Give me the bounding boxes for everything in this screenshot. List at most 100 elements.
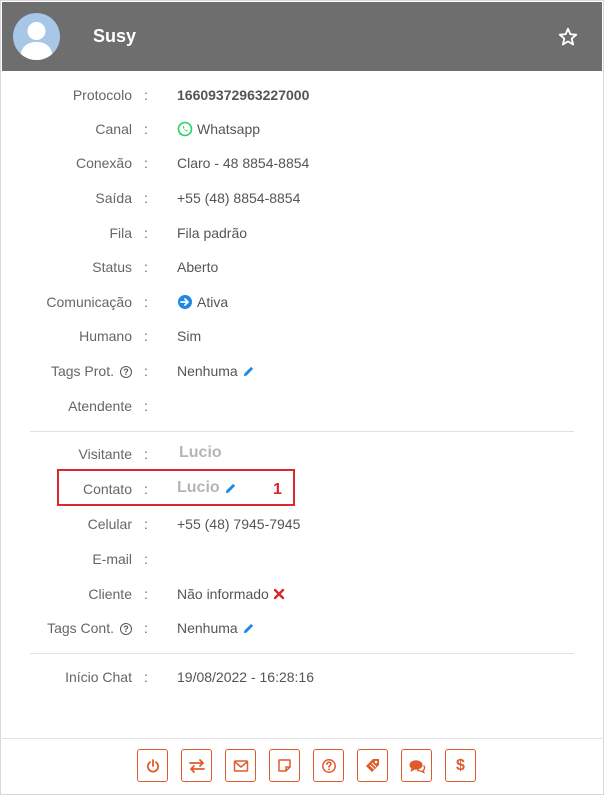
row-conexao: Conexão : Claro - 48 8854-8854 xyxy=(1,152,604,176)
row-humano: Humano : Sim xyxy=(1,325,604,349)
connection-value: Claro - 48 8854-8854 xyxy=(177,155,310,171)
note-icon xyxy=(278,759,291,772)
field-label: Conexão xyxy=(75,155,132,171)
field-label: E-mail xyxy=(92,551,132,567)
chat-icon xyxy=(409,759,425,774)
row-tags-cont: Tags Cont.? : Nenhuma xyxy=(1,617,604,641)
row-cliente: Cliente : Não informado xyxy=(1,583,604,607)
field-label: Celular xyxy=(87,516,132,532)
field-label: Protocolo xyxy=(72,87,132,103)
arrow-right-circle-icon xyxy=(178,295,192,309)
section-divider xyxy=(30,653,574,654)
protocol-tags-text: Nenhuma xyxy=(177,363,238,379)
help-circle-icon[interactable]: ? xyxy=(120,623,132,635)
row-saida: Saída : +55 (48) 8854-8854 xyxy=(1,187,604,211)
tag-button[interactable] xyxy=(357,749,388,782)
dollar-icon: $ xyxy=(456,756,465,774)
field-separator: : xyxy=(144,190,148,206)
user-silhouette-icon xyxy=(20,22,53,60)
field-separator: : xyxy=(144,87,148,103)
row-canal: Canal : Whatsapp xyxy=(1,118,604,142)
field-label-with-help: Tags Cont.? xyxy=(47,620,132,636)
send-email-button[interactable] xyxy=(225,749,256,782)
field-separator: : xyxy=(144,294,148,310)
chat-start-datetime: 19/08/2022 - 16:28:16 xyxy=(177,669,315,685)
channel-label: Whatsapp xyxy=(197,121,261,137)
field-label: Visitante xyxy=(78,446,132,462)
field-separator: : xyxy=(144,620,148,636)
field-label: Comunicação xyxy=(46,294,132,310)
field-separator: : xyxy=(144,398,148,414)
note-button[interactable] xyxy=(269,749,300,782)
field-label: Início Chat xyxy=(65,669,132,685)
row-status: Status : Aberto xyxy=(1,256,604,280)
footer-divider xyxy=(2,738,602,739)
field-separator: : xyxy=(144,446,148,462)
panel-header: Susy xyxy=(2,2,602,71)
protocol-number: 16609372963227000 xyxy=(177,87,310,103)
field-label: Status xyxy=(92,259,132,275)
field-separator: : xyxy=(144,225,148,241)
field-separator: : xyxy=(144,669,148,685)
tag-icon xyxy=(366,759,379,772)
action-toolbar: $ xyxy=(137,749,476,782)
field-label: Atendente xyxy=(68,398,132,414)
field-separator: : xyxy=(144,328,148,344)
outbound-number: +55 (48) 8854-8854 xyxy=(177,190,301,206)
row-tags-prot: Tags Prot.? : Nenhuma xyxy=(1,360,604,384)
field-separator: : xyxy=(144,516,148,532)
whatsapp-icon xyxy=(177,121,193,137)
contact-tags-value: Nenhuma xyxy=(177,620,255,636)
status-value: Aberto xyxy=(177,259,219,275)
visitor-name: Lucio xyxy=(179,444,222,461)
field-separator: : xyxy=(144,551,148,567)
transfer-button[interactable] xyxy=(181,749,212,782)
field-label-with-help: Tags Prot.? xyxy=(51,363,132,379)
end-chat-button[interactable] xyxy=(137,749,168,782)
contact-details-panel: Susy Protocolo : 16609372963227000 Canal… xyxy=(0,0,604,795)
row-fila: Fila : Fila padrão xyxy=(1,222,604,246)
mobile-number: +55 (48) 7945-7945 xyxy=(177,516,301,532)
protocol-tags-value: Nenhuma xyxy=(177,363,255,379)
client-value: Não informado xyxy=(177,586,285,602)
edit-contact-tags-pencil-icon[interactable] xyxy=(242,622,255,635)
field-label: Tags Cont. xyxy=(47,620,114,636)
help-icon xyxy=(321,758,336,773)
contact-tags-text: Nenhuma xyxy=(177,620,238,636)
payment-button[interactable]: $ xyxy=(445,749,476,782)
row-visitante: Visitante : Lucio xyxy=(1,443,604,467)
help-circle-icon[interactable]: ? xyxy=(120,366,132,378)
avatar xyxy=(13,13,60,60)
annotation-highlight-box xyxy=(57,469,295,506)
field-label: Tags Prot. xyxy=(50,363,114,379)
edit-protocol-tags-pencil-icon[interactable] xyxy=(242,365,255,378)
communication-label: Ativa xyxy=(197,294,229,310)
field-separator: : xyxy=(144,586,148,602)
field-separator: : xyxy=(144,259,148,275)
human-value: Sim xyxy=(177,328,202,344)
contact-name-title: Susy xyxy=(93,26,137,46)
row-email: E-mail : xyxy=(1,548,604,572)
remove-client-x-icon[interactable] xyxy=(273,588,285,600)
field-label: Humano xyxy=(79,328,132,344)
section-divider xyxy=(30,431,574,432)
communication-value: Ativa xyxy=(177,294,228,310)
row-protocolo: Protocolo : 16609372963227000 xyxy=(1,84,604,108)
channel-value: Whatsapp xyxy=(177,121,260,137)
power-icon xyxy=(146,758,159,773)
annotation-marker: 1 xyxy=(273,481,282,498)
field-label: Fila xyxy=(109,225,132,241)
row-atendente: Atendente : xyxy=(1,395,604,419)
transfer-icon xyxy=(188,758,205,773)
help-button[interactable] xyxy=(313,749,344,782)
queue-value: Fila padrão xyxy=(177,225,248,241)
field-label: Cliente xyxy=(88,586,132,602)
field-separator: : xyxy=(144,363,148,379)
email-icon xyxy=(233,759,248,772)
chat-button[interactable] xyxy=(401,749,432,782)
field-label: Saída xyxy=(95,190,132,206)
row-inicio-chat: Início Chat : 19/08/2022 - 16:28:16 xyxy=(1,666,604,690)
field-label: Canal xyxy=(95,121,132,137)
favorite-star-icon[interactable] xyxy=(557,26,579,48)
client-text: Não informado xyxy=(177,586,269,602)
